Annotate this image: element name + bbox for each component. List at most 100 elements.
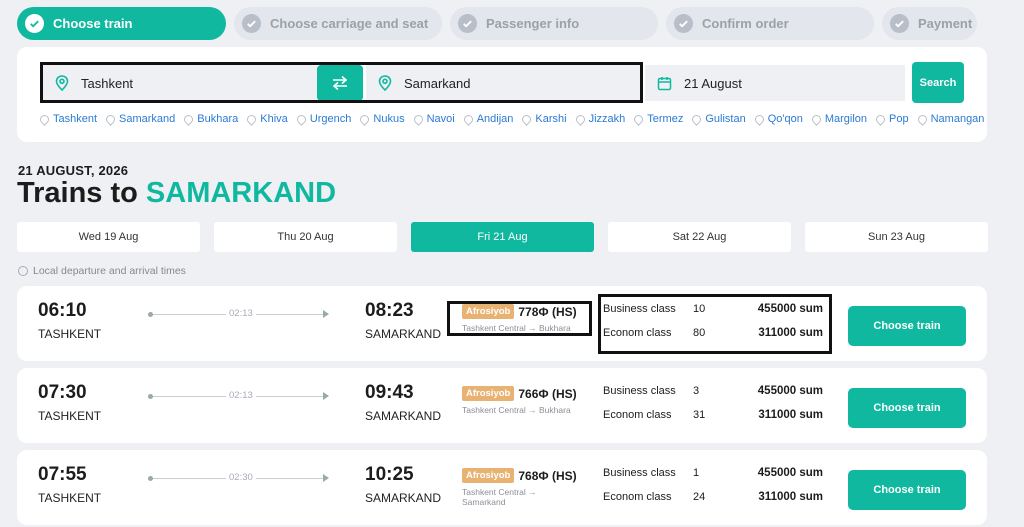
selected-date-heading: 21 AUGUST, 2026 — [18, 163, 129, 178]
city-label: Gulistan — [705, 113, 746, 125]
location-pin-icon — [461, 112, 475, 126]
location-pin-icon — [38, 112, 51, 126]
train-info-highlight-box — [447, 301, 592, 336]
city-link[interactable]: Pop — [874, 112, 909, 126]
step-choose-carriage[interactable]: Choose carriage and seat — [234, 7, 442, 40]
train-number: 768Ф (HS) — [518, 468, 577, 483]
city-link[interactable]: Margilon — [809, 112, 868, 126]
calendar-icon — [657, 76, 672, 91]
departure-time: 07:30 — [38, 382, 87, 403]
arrow-right-icon — [323, 392, 329, 400]
class-row: Econom class 31 311000 sum — [603, 404, 833, 428]
class-list: Business class 1 455000 sum Econom class 24… — [603, 462, 833, 510]
title-prefix: Trains to — [17, 177, 138, 209]
city-label: Qo'qon — [767, 113, 803, 125]
journey-line: 02:13 — [148, 390, 329, 401]
city-link[interactable]: Khiva — [245, 112, 288, 126]
city-link[interactable]: Namangan — [915, 112, 985, 126]
step-confirm-order[interactable]: Confirm order — [666, 7, 874, 40]
city-label: Karshi — [535, 113, 567, 125]
class-row: Business class 3 455000 sum — [603, 380, 833, 404]
title-destination: SAMARKAND — [145, 177, 337, 209]
city-label: Navoi — [426, 113, 455, 125]
step-label: Passenger info — [486, 16, 580, 31]
arrow-right-icon — [323, 474, 329, 482]
step-choose-train[interactable]: Choose train — [17, 7, 226, 40]
day-tab-wed-19[interactable]: Wed 19 Aug — [17, 222, 200, 252]
train-card: 07:55 TASHKENT 02:30 10:25 SAMARKAND Afr… — [17, 450, 987, 525]
day-tab-fri-21[interactable]: Fri 21 Aug — [411, 222, 594, 252]
city-link[interactable]: Nukus — [358, 112, 405, 126]
day-tab-sun-23[interactable]: Sun 23 Aug — [805, 222, 988, 252]
city-link[interactable]: Karshi — [520, 112, 567, 126]
train-brand-badge: Afrosiyob — [462, 468, 515, 484]
step-label: Confirm order — [702, 16, 789, 31]
travel-duration: 02:13 — [226, 390, 256, 401]
travel-duration: 02:13 — [226, 308, 256, 319]
departure-time: 06:10 — [38, 300, 87, 321]
day-tab-thu-20[interactable]: Thu 20 Aug — [214, 222, 397, 252]
travel-duration: 02:30 — [226, 472, 256, 483]
class-list-highlight-box — [598, 294, 832, 354]
city-link[interactable]: Bukhara — [182, 112, 238, 126]
check-icon — [242, 14, 261, 33]
city-link[interactable]: Urgench — [294, 112, 351, 126]
class-price: 455000 sum — [757, 385, 823, 397]
city-link[interactable]: Gulistan — [690, 112, 746, 126]
city-label: Termez — [647, 113, 684, 125]
date-value: 21 August — [684, 75, 742, 91]
city-link[interactable]: Andijan — [461, 112, 514, 126]
city-label: Andijan — [476, 113, 514, 125]
city-link[interactable]: Termez — [632, 112, 684, 126]
departure-city: TASHKENT — [38, 491, 102, 505]
route-highlight-box — [40, 62, 643, 103]
city-link[interactable]: Jizzakh — [573, 112, 625, 126]
class-seats: 31 — [693, 409, 706, 421]
location-pin-icon — [182, 112, 196, 126]
class-seats: 1 — [693, 467, 700, 479]
choose-train-button[interactable]: Choose train — [848, 470, 966, 510]
day-tab-sat-22[interactable]: Sat 22 Aug — [608, 222, 791, 252]
location-pin-icon — [520, 112, 534, 126]
city-link[interactable]: Qo'qon — [752, 112, 803, 126]
choose-train-button[interactable]: Choose train — [848, 388, 966, 428]
location-pin-icon — [104, 112, 117, 126]
city-link[interactable]: Navoi — [411, 112, 455, 126]
train-route: Tashkent Central → Bukhara — [462, 405, 571, 415]
location-pin-icon — [632, 112, 646, 126]
city-label: Pop — [889, 113, 909, 125]
city-label: Namangan — [930, 113, 985, 125]
train-card: 07:30 TASHKENT 02:13 09:43 SAMARKAND Afr… — [17, 368, 987, 443]
class-list: Business class 3 455000 sum Econom class 31… — [603, 380, 833, 428]
city-label: Tashkent — [53, 113, 98, 125]
arrival-city: SAMARKAND — [365, 409, 442, 423]
date-field[interactable]: 21 August — [645, 65, 905, 101]
local-note-text: Local departure and arrival times — [33, 265, 186, 277]
location-pin-icon — [411, 112, 425, 126]
city-label: Margilon — [824, 113, 868, 125]
step-label: Choose train — [53, 16, 133, 31]
train-number: 766Ф (HS) — [518, 386, 577, 401]
train-route: Tashkent Central → Samarkand — [462, 487, 537, 507]
day-selector: Wed 19 Aug Thu 20 Aug Fri 21 Aug Sat 22 … — [17, 222, 988, 252]
arrival-time: 09:43 — [365, 382, 414, 403]
step-label: Payment — [918, 16, 973, 31]
step-passenger-info[interactable]: Passenger info — [450, 7, 658, 40]
city-link[interactable]: Tashkent — [38, 112, 98, 126]
check-icon — [890, 14, 909, 33]
departure-time: 07:55 — [38, 464, 87, 485]
train-info: Afrosiyob 766Ф (HS) Tashkent Central → Bu… — [462, 385, 612, 415]
departure-city: TASHKENT — [38, 327, 102, 341]
city-label: Khiva — [260, 113, 288, 125]
step-payment[interactable]: Payment — [882, 7, 977, 40]
class-price: 311000 sum — [758, 491, 823, 503]
location-pin-icon — [690, 112, 704, 126]
city-link[interactable]: Samarkand — [104, 112, 175, 126]
choose-train-button[interactable]: Choose train — [848, 306, 966, 346]
page-title: Trains to SAMARKAND — [17, 177, 336, 210]
location-pin-icon — [809, 112, 823, 126]
search-panel: Tashkent Samarkand 21 August Search Tash… — [17, 47, 987, 142]
check-icon — [25, 14, 44, 33]
class-price: 311000 sum — [758, 409, 823, 421]
search-button[interactable]: Search — [912, 62, 964, 103]
